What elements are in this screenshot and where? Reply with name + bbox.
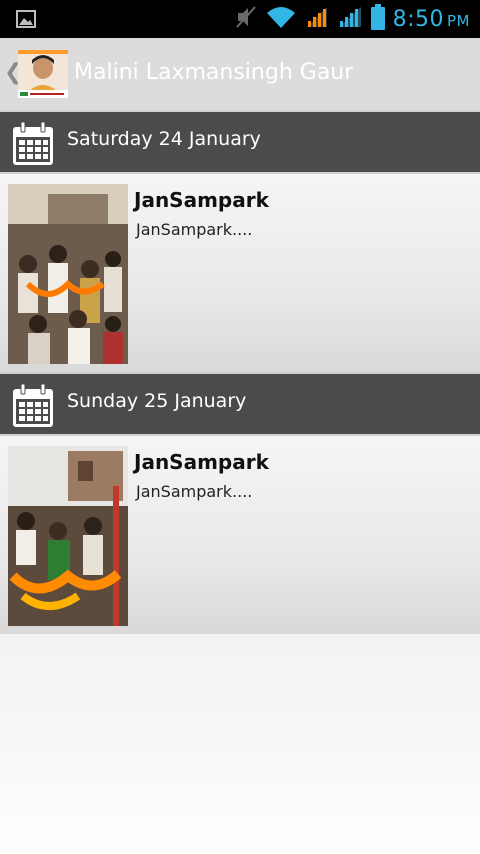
post-title: JanSampark <box>134 188 269 212</box>
wifi-icon <box>265 5 297 33</box>
date-header: Saturday 24 January <box>0 110 480 174</box>
calendar-icon <box>12 383 54 432</box>
post-description: JanSampark.... <box>136 220 253 239</box>
signal-icon-2 <box>337 5 363 33</box>
gallery-icon <box>16 9 36 33</box>
calendar-icon <box>12 121 54 170</box>
clock-time: 8:50 <box>392 6 444 32</box>
post-description: JanSampark.... <box>136 482 253 501</box>
status-bar: 8:50 PM <box>0 0 480 38</box>
list-item[interactable]: JanSampark JanSampark.... <box>0 174 480 372</box>
profile-avatar[interactable] <box>18 50 68 98</box>
page-title: Malini Laxmansingh Gaur <box>74 60 354 85</box>
signal-icon-1 <box>305 5 329 33</box>
mute-icon <box>235 5 257 33</box>
post-thumbnail <box>8 446 128 626</box>
date-label: Saturday 24 January <box>67 128 261 150</box>
action-bar: ❮ Malini Laxmansingh Gaur <box>0 38 480 112</box>
post-thumbnail <box>8 184 128 364</box>
date-label: Sunday 25 January <box>67 390 247 412</box>
battery-icon <box>370 4 385 34</box>
clock-ampm: PM <box>447 11 470 30</box>
list-item[interactable]: JanSampark JanSampark.... <box>0 436 480 634</box>
date-header: Sunday 25 January <box>0 372 480 436</box>
status-clock: 8:50 PM <box>393 7 470 32</box>
post-title: JanSampark <box>134 450 269 474</box>
